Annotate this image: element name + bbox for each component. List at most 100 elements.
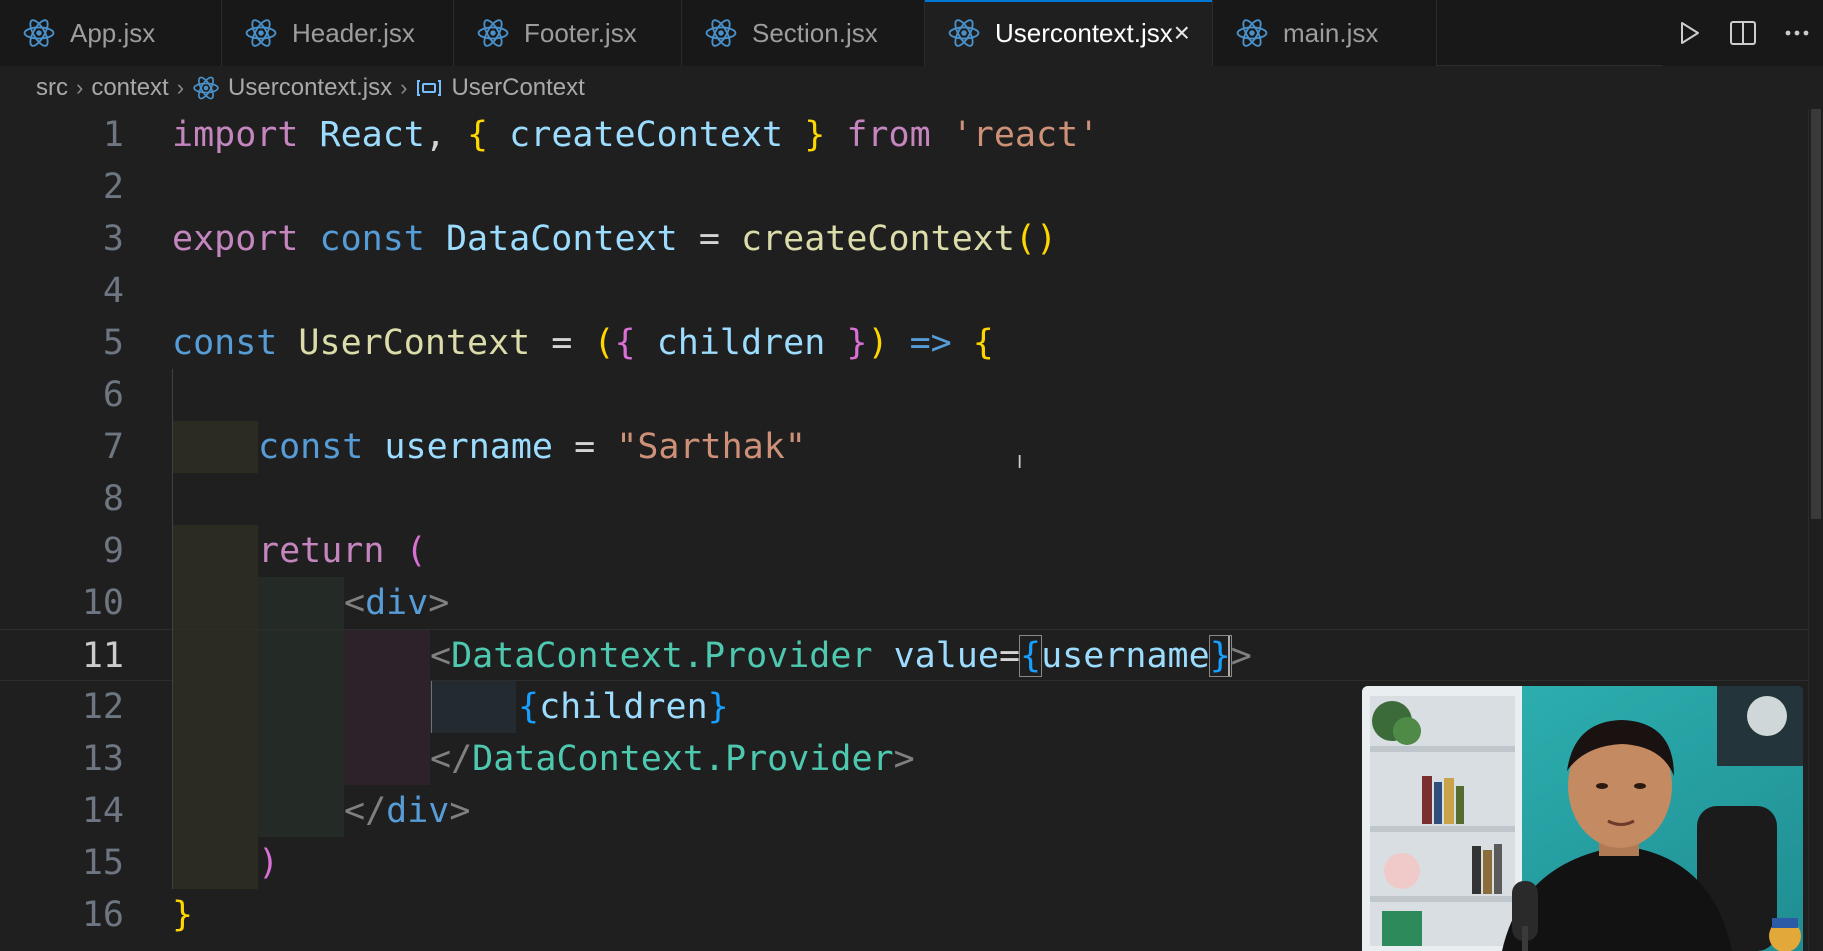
tab-label: main.jsx <box>1283 17 1379 48</box>
breadcrumb-item-context[interactable]: context <box>91 74 168 102</box>
token-paren: ) <box>258 843 280 883</box>
indent-highlight <box>172 681 258 733</box>
code-text: <DataContext.Provider value={username}> <box>430 630 1252 682</box>
tab-header-jsx[interactable]: Header.jsx <box>222 0 454 66</box>
token-tag-bracket: > <box>449 791 471 831</box>
tab-label: Footer.jsx <box>524 17 637 48</box>
code-line: 6 <box>0 369 1823 421</box>
webcam-overlay <box>1362 686 1803 951</box>
token-operator: = <box>677 219 720 259</box>
indent-highlight <box>172 525 258 577</box>
symbol-variable-icon <box>417 80 442 96</box>
chevron-right-icon: › <box>176 75 185 100</box>
run-icon[interactable] <box>1676 20 1702 46</box>
webcam-image <box>1362 686 1803 951</box>
token-identifier: username <box>1041 636 1210 676</box>
code-text: {children} <box>518 681 729 733</box>
token-brace-matched: { <box>1019 635 1043 677</box>
token-tag-bracket: </ <box>344 791 387 831</box>
react-icon <box>948 19 980 47</box>
token-identifier: children <box>539 687 708 727</box>
token-tag-name: div <box>365 583 429 623</box>
token-identifier: DataContext <box>424 219 678 259</box>
tab-usercontext-jsx[interactable]: Usercontext.jsx × <box>925 0 1213 67</box>
token-keyword: const <box>258 427 364 467</box>
indent-highlight <box>430 681 516 733</box>
token-keyword: import <box>172 115 299 155</box>
tab-app-jsx[interactable]: App.jsx <box>0 0 222 66</box>
token-brace: { <box>951 323 994 363</box>
code-line: 3 export const DataContext = createConte… <box>0 213 1823 265</box>
indent-highlight <box>172 577 258 629</box>
token-brace: { <box>518 687 540 727</box>
token-tag-bracket: < <box>430 636 452 676</box>
indent-highlight <box>172 785 258 837</box>
code-line: 1 import React, { createContext } from '… <box>0 109 1823 161</box>
token-tag-bracket: > <box>428 583 450 623</box>
indent-highlight <box>344 733 430 785</box>
token-keyword: export <box>172 219 299 259</box>
text-cursor <box>1228 636 1230 676</box>
code-text: </DataContext.Provider> <box>430 733 915 785</box>
code-line: 8 <box>0 473 1823 525</box>
token-string: "Sarthak" <box>595 427 806 467</box>
line-number: 5 <box>102 323 124 363</box>
token-operator: = <box>530 323 573 363</box>
breadcrumb: src › context › Usercontext.jsx › UserCo… <box>0 67 1823 109</box>
breadcrumb-item-src[interactable]: src <box>36 74 68 102</box>
line-number: 14 <box>81 791 124 831</box>
tab-section-jsx[interactable]: Section.jsx <box>682 0 925 66</box>
react-icon <box>23 19 55 47</box>
code-text: } <box>172 889 193 941</box>
line-number: 6 <box>102 375 124 415</box>
token-identifier: username <box>363 427 554 467</box>
token-tag-bracket: < <box>344 583 366 623</box>
editor-actions <box>1663 0 1823 66</box>
code-text: export const DataContext = createContext… <box>172 213 1057 265</box>
indent-highlight <box>344 630 430 682</box>
token-keyword: from <box>825 115 931 155</box>
vertical-scrollbar[interactable] <box>1808 109 1823 951</box>
code-line: 2 <box>0 161 1823 213</box>
indent-highlight <box>258 785 344 837</box>
chevron-right-icon: › <box>76 75 84 100</box>
close-icon[interactable]: × <box>1174 17 1190 49</box>
tab-label: Usercontext.jsx <box>995 17 1173 48</box>
code-text: </div> <box>344 785 470 837</box>
token-paren: ( <box>384 531 427 571</box>
line-number: 10 <box>81 583 124 623</box>
code-line-current: 11 <DataContext.Provider value={username… <box>0 629 1823 682</box>
token-function: UserContext <box>277 323 531 363</box>
token-punct: , <box>424 115 446 155</box>
code-text: ) <box>258 837 279 889</box>
tab-footer-jsx[interactable]: Footer.jsx <box>454 0 682 66</box>
tab-label: Header.jsx <box>292 17 415 48</box>
line-number: 7 <box>102 427 124 467</box>
token-brace: } <box>783 115 826 155</box>
editor-tab-bar: App.jsx Header.jsx Footer.jsx Section.js… <box>0 0 1823 67</box>
line-number: 16 <box>81 895 124 935</box>
breadcrumb-item-symbol[interactable]: UserContext <box>451 74 584 102</box>
split-editor-icon[interactable] <box>1729 20 1757 46</box>
breadcrumb-item-file[interactable]: Usercontext.jsx <box>228 74 392 102</box>
token-paren: ( <box>572 323 615 363</box>
line-number: 4 <box>102 271 124 311</box>
code-line: 9 return ( <box>0 525 1823 577</box>
token-brace: } <box>172 895 194 935</box>
tab-main-jsx[interactable]: main.jsx <box>1213 0 1437 66</box>
more-actions-icon[interactable] <box>1784 29 1810 37</box>
react-icon <box>1236 19 1268 47</box>
code-text: import React, { createContext } from 're… <box>172 109 1099 161</box>
token-identifier: React <box>298 115 425 155</box>
line-number: 15 <box>81 843 124 883</box>
token-brace: { <box>614 323 636 363</box>
token-brace: } <box>707 687 729 727</box>
line-number: 2 <box>102 167 124 207</box>
line-number: 9 <box>102 531 124 571</box>
indent-highlight <box>172 630 258 682</box>
react-icon <box>193 76 219 100</box>
token-keyword: const <box>172 323 278 363</box>
code-text: const username = "Sarthak" <box>258 421 806 473</box>
line-number: 8 <box>102 479 124 519</box>
scrollbar-thumb[interactable] <box>1811 109 1821 519</box>
